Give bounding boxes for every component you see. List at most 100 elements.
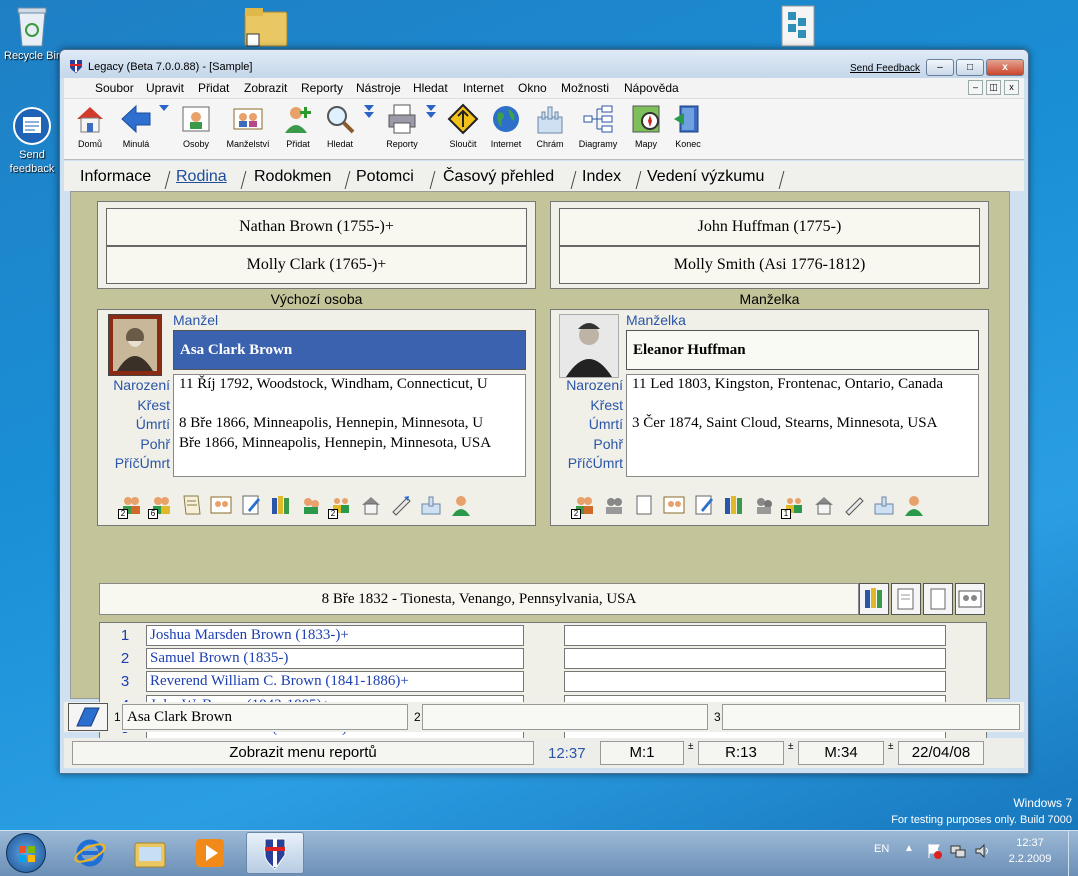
sources-books-icon[interactable]	[723, 494, 745, 516]
toolbar-search-dropdown[interactable]	[364, 105, 376, 125]
toolbar-exit-button[interactable]: Konec	[670, 103, 706, 149]
individual-person-icon[interactable]	[450, 494, 472, 516]
start-button[interactable]	[6, 833, 46, 873]
wife-name[interactable]: Eleanor Huffman	[626, 330, 979, 370]
menu-zobrazit[interactable]: Zobrazit	[244, 81, 287, 95]
desktop-icon-recycle-bin[interactable]: Recycle Bin	[4, 4, 60, 62]
mdi-restore-button[interactable]: ◫	[986, 80, 1001, 95]
legacy-app-icon[interactable]	[69, 59, 83, 73]
associations-icon[interactable]	[300, 494, 322, 516]
marriage-event[interactable]: 8 Bře 1832 - Tionesta, Venango, Pennsylv…	[99, 583, 859, 615]
husband-father[interactable]: Nathan Brown (1755-)+	[106, 208, 527, 246]
event-cause-of-death[interactable]	[632, 453, 978, 473]
addresses-house-icon[interactable]	[813, 494, 835, 516]
taskbar-media-button[interactable]	[192, 835, 228, 871]
menu-okno[interactable]: Okno	[518, 81, 547, 95]
note-edit-icon[interactable]	[693, 494, 715, 516]
tab-rodokmen[interactable]: Rodokmen	[254, 168, 331, 186]
taskbar-ie-button[interactable]	[72, 835, 108, 871]
spin-arrows-icon[interactable]: ±	[888, 741, 894, 752]
to-do-icon[interactable]	[843, 494, 865, 516]
children-icon[interactable]: 1	[781, 494, 805, 519]
child-right-empty-row[interactable]	[564, 625, 946, 646]
wife-mother[interactable]: Molly Smith (Asi 1776-1812)	[559, 246, 980, 284]
volume-icon[interactable]	[974, 843, 990, 859]
toolbar-people-button[interactable]: Osoby	[178, 103, 214, 149]
toolbar-internet-button[interactable]: Internet	[488, 103, 524, 149]
marriage-notes-button[interactable]	[891, 583, 921, 615]
child-row-2[interactable]: Samuel Brown (1835-)	[146, 648, 524, 669]
language-indicator[interactable]: EN	[874, 843, 889, 855]
wife-events[interactable]: 11 Led 1803, Kingston, Frontenac, Ontari…	[626, 374, 979, 477]
bookmark-button[interactable]	[68, 703, 108, 731]
marriage-picture-button[interactable]	[955, 583, 985, 615]
maximize-button[interactable]: □	[956, 59, 984, 76]
toolbar-reports-dropdown[interactable]	[426, 105, 438, 125]
note-edit-icon[interactable]	[240, 494, 262, 516]
picture-icon[interactable]	[663, 494, 685, 516]
tab-informace[interactable]: Informace	[80, 168, 151, 186]
event-death[interactable]: 8 Bře 1866, Minneapolis, Hennepin, Minne…	[179, 414, 525, 434]
bookmark-slot-3[interactable]	[722, 704, 1020, 730]
taskbar-legacy-button[interactable]	[246, 832, 304, 874]
event-birth[interactable]: 11 Říj 1792, Woodstock, Windham, Connect…	[179, 375, 525, 395]
tab-vedeni-vyzkumu[interactable]: Vedení výzkumu	[647, 168, 764, 186]
desktop-folder-icon[interactable]	[243, 4, 289, 48]
sources-books-icon[interactable]	[270, 494, 292, 516]
network-icon[interactable]	[950, 843, 966, 859]
child-row-1[interactable]: Joshua Marsden Brown (1833-)+	[146, 625, 524, 646]
toolbar-search-button[interactable]: Hledat	[322, 103, 358, 149]
toolbar-reports-button[interactable]: Reporty	[382, 103, 422, 149]
toolbar-maps-button[interactable]: Mapy	[628, 103, 664, 149]
taskbar-explorer-button[interactable]	[132, 835, 168, 871]
event-cause-of-death[interactable]	[179, 453, 525, 473]
marriage-blank-button[interactable]	[923, 583, 953, 615]
spouses-gray-icon[interactable]	[603, 494, 625, 516]
menu-reporty[interactable]: Reporty	[301, 81, 343, 95]
addresses-house-icon[interactable]	[360, 494, 382, 516]
event-birth[interactable]: 11 Led 1803, Kingston, Frontenac, Ontari…	[632, 375, 978, 395]
minimize-button[interactable]: –	[926, 59, 954, 76]
tab-index[interactable]: Index	[582, 168, 621, 186]
mdi-minimize-button[interactable]: –	[968, 80, 983, 95]
tab-rodina[interactable]: Rodina	[176, 168, 227, 186]
menu-napoveda[interactable]: Nápověda	[624, 81, 679, 95]
toolbar-back-dropdown[interactable]	[159, 105, 171, 117]
show-desktop-button[interactable]	[1068, 831, 1078, 876]
desktop-registry-icon[interactable]	[774, 4, 822, 48]
action-center-icon[interactable]	[926, 843, 942, 859]
menu-upravit[interactable]: Upravit	[146, 81, 184, 95]
temple-icon[interactable]	[420, 494, 442, 516]
event-burial[interactable]: Bře 1866, Minneapolis, Hennepin, Minneso…	[179, 434, 525, 454]
wife-photo[interactable]	[559, 314, 619, 378]
mdi-close-button[interactable]: x	[1004, 80, 1019, 95]
menu-hledat[interactable]: Hledat	[413, 81, 448, 95]
menu-internet[interactable]: Internet	[463, 81, 504, 95]
event-christening[interactable]	[632, 395, 978, 415]
close-button[interactable]: x	[986, 59, 1024, 76]
marriage-sources-button[interactable]	[859, 583, 889, 615]
toolbar-marriage-button[interactable]: Manželství	[224, 103, 272, 149]
toolbar-temple-button[interactable]: Chrám	[532, 103, 568, 149]
show-hidden-icons-button[interactable]: ▲	[904, 843, 914, 854]
children-icon[interactable]: 2	[328, 494, 352, 519]
toolbar-add-button[interactable]: Přidat	[280, 103, 316, 149]
title-bar[interactable]: Legacy (Beta 7.0.0.88) - [Sample] Send F…	[60, 50, 1028, 78]
toolbar-home-button[interactable]: Domů	[72, 103, 108, 149]
spin-arrows-icon[interactable]: ±	[788, 741, 794, 752]
event-christening[interactable]	[179, 395, 525, 415]
desktop-icon-send-feedback[interactable]: Send feedback	[4, 106, 60, 176]
husband-mother[interactable]: Molly Clark (1765-)+	[106, 246, 527, 284]
bookmark-slot-1[interactable]: Asa Clark Brown	[122, 704, 408, 730]
send-feedback-link[interactable]: Send Feedback	[850, 63, 920, 74]
child-row-3[interactable]: Reverend William C. Brown (1841-1886)+	[146, 671, 524, 692]
event-burial[interactable]	[632, 434, 978, 454]
child-right-empty-row[interactable]	[564, 648, 946, 669]
menu-pridat[interactable]: Přidat	[198, 81, 229, 95]
menu-moznosti[interactable]: Možnosti	[561, 81, 609, 95]
associations-gray-icon[interactable]	[753, 494, 775, 516]
event-death[interactable]: 3 Čer 1874, Saint Cloud, Stearns, Minnes…	[632, 414, 978, 434]
husband-events[interactable]: 11 Říj 1792, Woodstock, Windham, Connect…	[173, 374, 526, 477]
notes-blank-icon[interactable]	[633, 494, 655, 516]
individual-person-icon[interactable]	[903, 494, 925, 516]
